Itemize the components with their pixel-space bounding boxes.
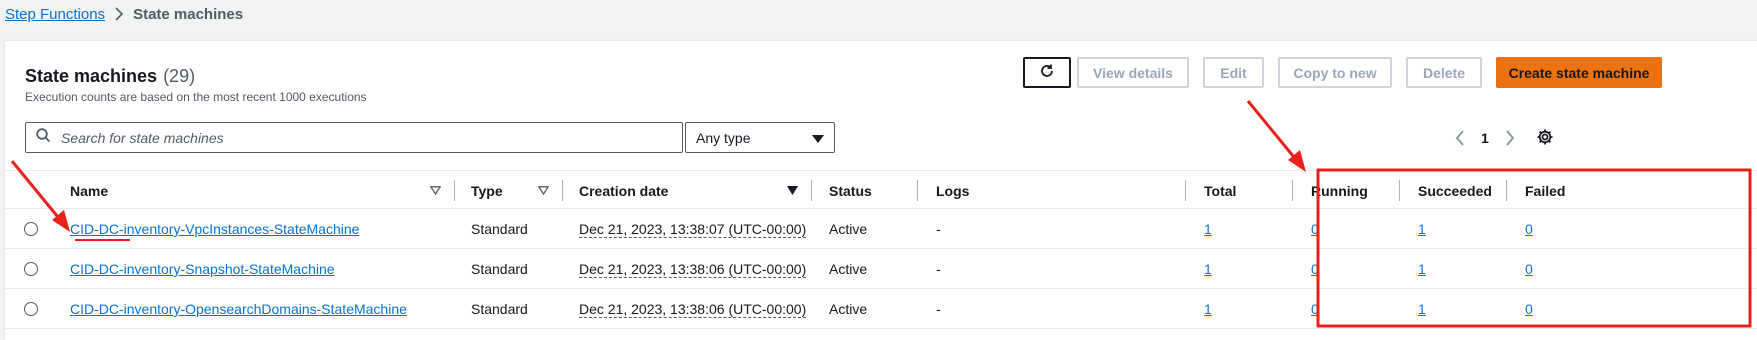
previous-page-icon[interactable]	[1455, 130, 1465, 146]
type-filter-value: Any type	[696, 129, 751, 146]
column-header-type[interactable]: Type	[471, 171, 503, 210]
succeeded-count-link[interactable]: 1	[1418, 221, 1426, 237]
column-divider[interactable]	[1506, 180, 1507, 201]
state-machine-name-link[interactable]: CID-DC-inventory-Snapshot-StateMachine	[70, 261, 335, 277]
failed-count-link[interactable]: 0	[1525, 221, 1533, 237]
type-filter-select[interactable]: Any type	[685, 122, 835, 153]
panel-description: Execution counts are based on the most r…	[25, 90, 367, 104]
create-state-machine-button[interactable]: Create state machine	[1496, 57, 1662, 88]
sort-name-icon[interactable]	[430, 171, 441, 210]
refresh-button[interactable]	[1023, 57, 1071, 88]
state-machine-name-link[interactable]: CID-DC-inventory-VpcInstances-StateMachi…	[70, 221, 359, 237]
column-divider[interactable]	[562, 180, 563, 201]
logs-cell: -	[936, 301, 941, 317]
panel-title-text: State machines	[25, 66, 158, 86]
column-header-succeeded[interactable]: Succeeded	[1418, 171, 1492, 210]
view-details-button[interactable]: View details	[1077, 57, 1189, 88]
breadcrumb-step-functions-link[interactable]: Step Functions	[5, 6, 105, 23]
type-cell: Standard	[471, 221, 528, 237]
status-cell: Active	[829, 261, 868, 277]
column-header-name[interactable]: Name	[70, 171, 108, 210]
creation-date-cell: Dec 21, 2023, 13:38:06 (UTC-00:00)	[579, 260, 807, 278]
creation-date-cell: Dec 21, 2023, 13:38:06 (UTC-00:00)	[579, 300, 807, 318]
state-machines-panel: State machines (29) Execution counts are …	[5, 40, 1757, 340]
creation-date-cell: Dec 21, 2023, 13:38:07 (UTC-00:00)	[579, 220, 807, 238]
table-row[interactable]: CID-DC-inventory-VpcInstances-StateMachi…	[5, 209, 1757, 249]
logs-cell: -	[936, 221, 941, 237]
copy-to-new-button[interactable]: Copy to new	[1278, 57, 1392, 88]
total-count-link[interactable]: 1	[1204, 221, 1212, 237]
column-divider[interactable]	[454, 180, 455, 201]
table-row[interactable]: CID-DC-inventory-OpensearchDomains-State…	[5, 289, 1757, 329]
delete-button[interactable]: Delete	[1406, 57, 1482, 88]
refresh-icon	[1039, 63, 1055, 82]
failed-count-link[interactable]: 0	[1525, 261, 1533, 277]
search-box[interactable]	[25, 122, 683, 153]
page-title: State machines (29)	[25, 66, 195, 87]
settings-gear-icon[interactable]	[1536, 128, 1554, 146]
row-select-radio[interactable]	[24, 222, 38, 236]
table-header: Name Type Creation date Status Logs Tota…	[5, 170, 1757, 209]
column-header-status[interactable]: Status	[829, 171, 872, 210]
total-count-link[interactable]: 1	[1204, 261, 1212, 277]
chevron-right-icon	[115, 7, 124, 21]
search-input[interactable]	[61, 129, 661, 146]
column-header-running[interactable]: Running	[1311, 171, 1368, 210]
column-divider[interactable]	[1185, 180, 1186, 201]
type-cell: Standard	[471, 301, 528, 317]
search-icon	[36, 127, 51, 148]
status-cell: Active	[829, 221, 868, 237]
type-cell: Standard	[471, 261, 528, 277]
table-row[interactable]: CID-DC-inventory-Snapshot-StateMachine S…	[5, 249, 1757, 289]
column-divider[interactable]	[1399, 180, 1400, 201]
row-select-radio[interactable]	[24, 302, 38, 316]
logs-cell: -	[936, 261, 941, 277]
column-divider[interactable]	[811, 180, 812, 201]
status-cell: Active	[829, 301, 868, 317]
column-divider[interactable]	[917, 180, 918, 201]
state-machine-count: (29)	[163, 66, 196, 86]
succeeded-count-link[interactable]: 1	[1418, 261, 1426, 277]
column-header-logs[interactable]: Logs	[936, 171, 969, 210]
column-header-failed[interactable]: Failed	[1525, 171, 1565, 210]
running-count-link[interactable]: 0	[1311, 261, 1319, 277]
succeeded-count-link[interactable]: 1	[1418, 301, 1426, 317]
pagination: 1	[1455, 127, 1515, 149]
total-count-link[interactable]: 1	[1204, 301, 1212, 317]
column-header-creation-date[interactable]: Creation date	[579, 171, 668, 210]
sort-creation-date-icon[interactable]	[787, 171, 798, 210]
caret-down-icon	[812, 130, 824, 146]
state-machine-name-link[interactable]: CID-DC-inventory-OpensearchDomains-State…	[70, 301, 407, 317]
sort-type-icon[interactable]	[538, 171, 549, 210]
breadcrumb-current: State machines	[133, 5, 244, 23]
current-page-number[interactable]: 1	[1481, 130, 1489, 146]
column-header-total[interactable]: Total	[1204, 171, 1236, 210]
failed-count-link[interactable]: 0	[1525, 301, 1533, 317]
running-count-link[interactable]: 0	[1311, 301, 1319, 317]
edit-button[interactable]: Edit	[1203, 57, 1264, 88]
column-divider[interactable]	[1292, 180, 1293, 201]
breadcrumb: Step Functions State machines	[5, 4, 243, 24]
next-page-icon[interactable]	[1505, 130, 1515, 146]
running-count-link[interactable]: 0	[1311, 221, 1319, 237]
row-select-radio[interactable]	[24, 262, 38, 276]
